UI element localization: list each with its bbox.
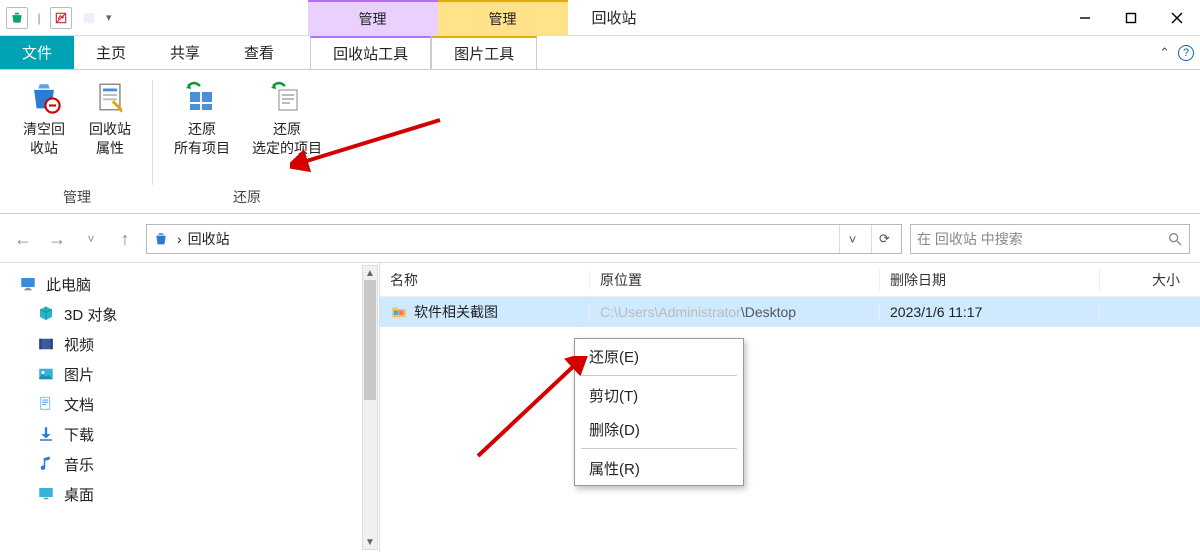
context-menu-separator bbox=[581, 448, 737, 449]
help-icon[interactable]: ? bbox=[1178, 45, 1194, 61]
tree-3d-objects[interactable]: 3D 对象 bbox=[2, 299, 377, 329]
file-name: 软件相关截图 bbox=[414, 302, 498, 322]
desktop-icon bbox=[36, 484, 56, 504]
qat-customize-icon[interactable] bbox=[78, 7, 100, 29]
properties-icon[interactable] bbox=[50, 7, 72, 29]
contextual-tab-picture: 管理 bbox=[438, 0, 568, 35]
folder-icon bbox=[390, 303, 408, 321]
recycle-bin-properties-button[interactable]: 回收站 属性 bbox=[80, 76, 140, 158]
tree-pictures[interactable]: 图片 bbox=[2, 359, 377, 389]
tree-videos[interactable]: 视频 bbox=[2, 329, 377, 359]
restore-selected-label: 还原 选定的项目 bbox=[252, 120, 322, 158]
restore-selected-icon bbox=[268, 78, 306, 116]
documents-icon bbox=[36, 394, 56, 414]
tab-home[interactable]: 主页 bbox=[74, 36, 148, 69]
ribbon-collapse-icon[interactable]: ⌃ bbox=[1159, 45, 1170, 61]
nav-back-button[interactable]: ← bbox=[10, 226, 36, 252]
contextual-tab-recycle: 管理 bbox=[308, 0, 438, 35]
cube-icon bbox=[36, 304, 56, 324]
breadcrumb-sep: › bbox=[177, 231, 182, 247]
ribbon-group-restore: 还原 所有项目 还原 选定的项目 还原 bbox=[159, 76, 335, 213]
restore-all-label: 还原 所有项目 bbox=[174, 120, 230, 158]
tab-picture-tools[interactable]: 图片工具 bbox=[431, 36, 537, 69]
maximize-button[interactable] bbox=[1108, 0, 1154, 35]
empty-bin-label: 清空回 收站 bbox=[23, 120, 65, 158]
pc-icon bbox=[18, 274, 38, 294]
context-menu-separator bbox=[581, 375, 737, 376]
ribbon-group-manage: 清空回 收站 回收站 属性 管理 bbox=[8, 76, 146, 213]
qat-dropdown-icon[interactable]: ▾ bbox=[106, 11, 112, 24]
nav-up-button[interactable]: ↑ bbox=[112, 226, 138, 252]
nav-recent-button[interactable]: ˅ bbox=[78, 226, 104, 252]
breadcrumb-location[interactable]: 回收站 bbox=[188, 229, 230, 249]
scroll-thumb[interactable] bbox=[364, 280, 376, 400]
restore-selected-button[interactable]: 还原 选定的项目 bbox=[245, 76, 329, 158]
date-deleted: 2023/1/6 11:17 bbox=[880, 304, 1100, 320]
context-menu-cut[interactable]: 剪切(T) bbox=[575, 378, 743, 412]
tree-this-pc[interactable]: 此电脑 bbox=[2, 269, 377, 299]
empty-recycle-bin-button[interactable]: 清空回 收站 bbox=[14, 76, 74, 158]
tree-downloads[interactable]: 下载 bbox=[2, 419, 377, 449]
tree-label: 此电脑 bbox=[46, 274, 91, 295]
context-menu-properties[interactable]: 属性(R) bbox=[575, 451, 743, 485]
tree-label: 下载 bbox=[64, 424, 94, 445]
tree-music[interactable]: 音乐 bbox=[2, 449, 377, 479]
tab-recycle-tools[interactable]: 回收站工具 bbox=[310, 36, 431, 69]
original-location: C:\Users\Administrator\Desktop bbox=[590, 304, 880, 320]
close-button[interactable] bbox=[1154, 0, 1200, 35]
pictures-icon bbox=[36, 364, 56, 384]
tree-label: 视频 bbox=[64, 334, 94, 355]
tree-desktop[interactable]: 桌面 bbox=[2, 479, 377, 509]
column-date-deleted[interactable]: 删除日期 bbox=[880, 270, 1100, 290]
quick-access-toolbar: | ▾ bbox=[0, 0, 118, 35]
tab-share[interactable]: 共享 bbox=[148, 36, 222, 69]
tree-documents[interactable]: 文档 bbox=[2, 389, 377, 419]
refresh-icon[interactable]: ⟳ bbox=[871, 225, 897, 253]
tree-label: 音乐 bbox=[64, 454, 94, 475]
scroll-up-icon[interactable]: ▲ bbox=[363, 266, 377, 280]
minimize-button[interactable] bbox=[1062, 0, 1108, 35]
downloads-icon bbox=[36, 424, 56, 444]
empty-bin-icon bbox=[25, 78, 63, 116]
list-item[interactable]: 软件相关截图 C:\Users\Administrator\Desktop 20… bbox=[380, 297, 1200, 327]
video-icon bbox=[36, 334, 56, 354]
column-headers: 名称 原位置 删除日期 大小 bbox=[380, 263, 1200, 297]
group-restore-label: 还原 bbox=[233, 183, 261, 213]
properties-sheet-icon bbox=[91, 78, 129, 116]
address-dropdown-icon[interactable]: ˅ bbox=[839, 225, 865, 253]
tree-label: 3D 对象 bbox=[64, 304, 117, 325]
navigation-tree: 此电脑 3D 对象 视频 图片 文档 下载 音乐 桌面 bbox=[0, 263, 380, 552]
qat-separator: | bbox=[34, 11, 44, 25]
address-bar[interactable]: › 回收站 ˅ ⟳ bbox=[146, 224, 902, 254]
window-title: 回收站 bbox=[568, 0, 661, 35]
group-manage-label: 管理 bbox=[63, 183, 91, 213]
search-input[interactable]: 在 回收站 中搜索 bbox=[910, 224, 1190, 254]
recycle-bin-icon[interactable] bbox=[6, 7, 28, 29]
column-original-location[interactable]: 原位置 bbox=[590, 270, 880, 290]
nav-forward-button[interactable]: → bbox=[44, 226, 70, 252]
tree-label: 文档 bbox=[64, 394, 94, 415]
window-controls bbox=[1062, 0, 1200, 35]
tab-view[interactable]: 查看 bbox=[222, 36, 296, 69]
bin-props-label: 回收站 属性 bbox=[89, 120, 131, 158]
search-placeholder: 在 回收站 中搜索 bbox=[917, 229, 1167, 249]
column-size[interactable]: 大小 bbox=[1100, 270, 1200, 290]
sidebar-scrollbar[interactable]: ▲ ▼ bbox=[362, 265, 378, 550]
context-menu-delete[interactable]: 删除(D) bbox=[575, 412, 743, 446]
music-icon bbox=[36, 454, 56, 474]
search-icon bbox=[1167, 231, 1183, 247]
restore-all-icon bbox=[183, 78, 221, 116]
scroll-down-icon[interactable]: ▼ bbox=[363, 535, 377, 549]
tree-label: 桌面 bbox=[64, 484, 94, 505]
column-name[interactable]: 名称 bbox=[380, 270, 590, 290]
recycle-bin-location-icon bbox=[151, 229, 171, 249]
tree-label: 图片 bbox=[64, 364, 94, 385]
tab-file[interactable]: 文件 bbox=[0, 36, 74, 69]
context-menu-restore[interactable]: 还原(E) bbox=[575, 339, 743, 373]
restore-all-button[interactable]: 还原 所有项目 bbox=[165, 76, 239, 158]
context-menu: 还原(E) 剪切(T) 删除(D) 属性(R) bbox=[574, 338, 744, 486]
